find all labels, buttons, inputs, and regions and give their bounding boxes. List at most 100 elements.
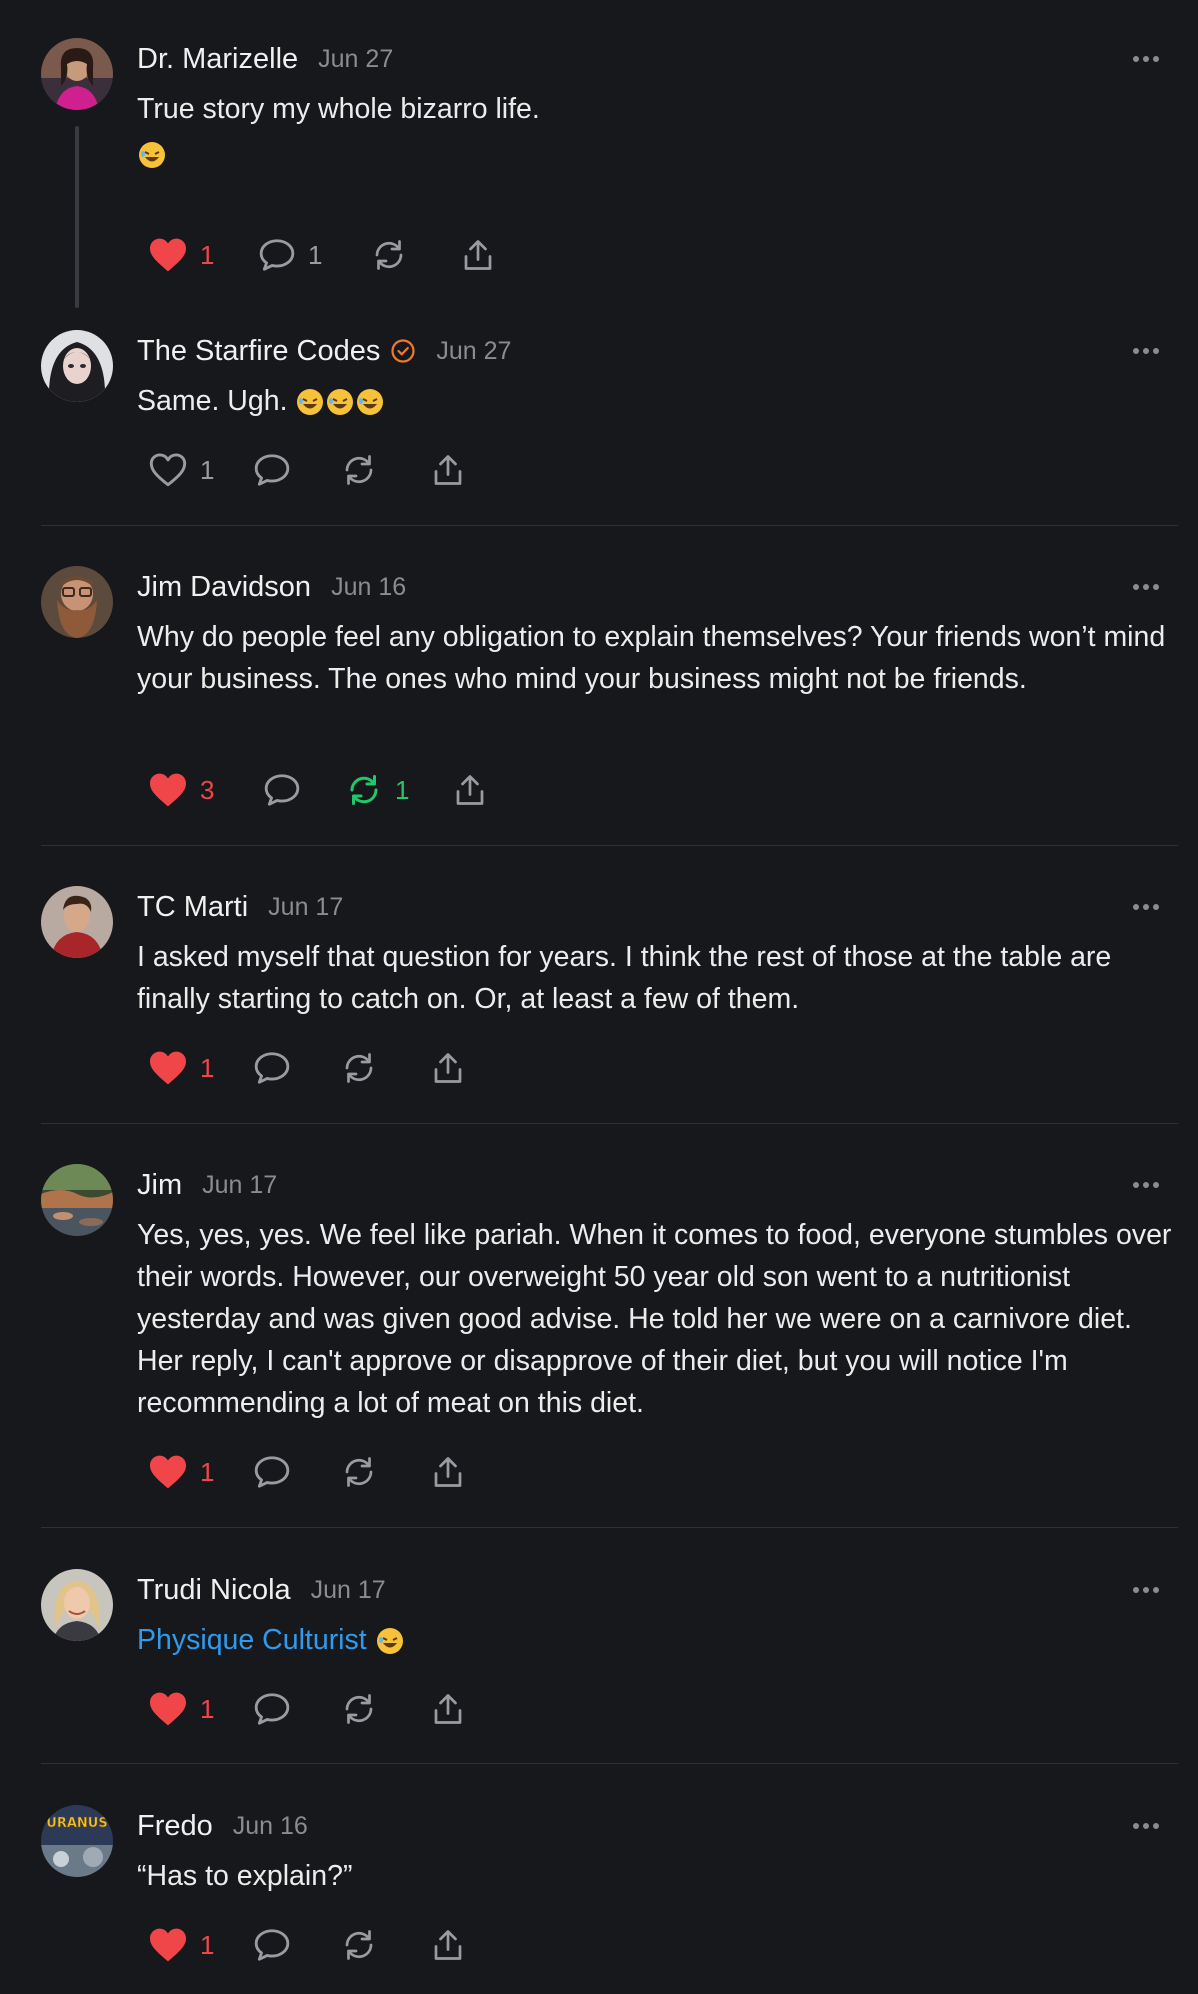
comment-bubble-icon bbox=[254, 1693, 290, 1725]
post-text-row: Same. Ugh. bbox=[137, 380, 1178, 422]
more-options-icon[interactable] bbox=[1124, 1575, 1168, 1605]
post-date: Jun 27 bbox=[318, 44, 394, 73]
post-actions: 3 1 bbox=[148, 768, 488, 812]
avatar[interactable] bbox=[41, 566, 113, 638]
more-options-icon[interactable] bbox=[1124, 572, 1168, 602]
heart-filled-icon bbox=[150, 238, 186, 272]
comment-bubble-icon bbox=[254, 1052, 290, 1084]
post-actions: 1 bbox=[148, 1687, 466, 1731]
avatar[interactable]: URANUS bbox=[41, 1805, 113, 1877]
repost-icon bbox=[345, 1457, 373, 1487]
share-button[interactable] bbox=[430, 452, 466, 488]
post-date: Jun 17 bbox=[310, 1575, 386, 1604]
more-options-icon[interactable] bbox=[1124, 44, 1168, 74]
thread-connector-line bbox=[75, 126, 79, 308]
heart-filled-icon bbox=[150, 773, 186, 807]
reply-button[interactable] bbox=[253, 452, 340, 488]
share-icon bbox=[434, 1930, 462, 1960]
like-button[interactable]: 1 bbox=[148, 1691, 253, 1727]
post-actions: 1 bbox=[148, 1046, 466, 1090]
avatar[interactable] bbox=[41, 1569, 113, 1641]
avatar[interactable] bbox=[41, 886, 113, 958]
post-date: Jun 17 bbox=[202, 1170, 278, 1199]
repost-icon bbox=[345, 1694, 373, 1724]
reply-button[interactable] bbox=[263, 772, 345, 808]
repost-icon bbox=[345, 455, 373, 485]
post-divider bbox=[41, 525, 1178, 526]
share-icon bbox=[434, 455, 462, 485]
repost-button[interactable] bbox=[340, 452, 430, 488]
heart-filled-icon bbox=[150, 1455, 186, 1489]
post-text: I asked myself that question for years. … bbox=[137, 941, 1112, 1015]
mention-link[interactable]: Physique Culturist bbox=[137, 1624, 367, 1656]
reply-button[interactable] bbox=[253, 1691, 340, 1727]
like-button[interactable]: 1 bbox=[148, 452, 253, 488]
rolling-on-floor-laughing-emoji bbox=[376, 1628, 403, 1655]
emoji-group bbox=[295, 385, 385, 417]
more-options-icon[interactable] bbox=[1124, 1170, 1168, 1200]
comment-bubble-icon bbox=[254, 454, 290, 486]
heart-filled-icon bbox=[150, 1692, 186, 1726]
share-button[interactable] bbox=[430, 1927, 466, 1963]
reply-button[interactable] bbox=[253, 1454, 340, 1490]
rolling-on-floor-laughing-emoji bbox=[139, 142, 165, 168]
heart-filled-icon bbox=[150, 1928, 186, 1962]
post-divider bbox=[41, 1123, 1178, 1124]
like-button[interactable]: 1 bbox=[148, 1050, 253, 1086]
author-name[interactable]: TC Marti bbox=[137, 891, 248, 924]
share-button[interactable] bbox=[430, 1691, 466, 1727]
post-actions: 1 bbox=[148, 1923, 466, 1967]
reply-button[interactable]: 1 bbox=[258, 237, 370, 273]
share-button[interactable] bbox=[460, 237, 496, 273]
heart-filled-icon bbox=[150, 1051, 186, 1085]
like-button[interactable]: 1 bbox=[148, 237, 258, 273]
share-icon bbox=[434, 1694, 462, 1724]
post-divider bbox=[41, 1763, 1178, 1764]
repost-button[interactable] bbox=[340, 1927, 430, 1963]
reply-thread-feed: Dr. Marizelle Jun 27 True story my whole… bbox=[0, 0, 1198, 1994]
avatar[interactable] bbox=[41, 1164, 113, 1236]
author-name[interactable]: The Starfire Codes bbox=[137, 335, 380, 368]
like-count: 1 bbox=[200, 1929, 215, 1960]
repost-count: 1 bbox=[395, 774, 410, 805]
like-button[interactable]: 3 bbox=[148, 772, 263, 808]
repost-icon bbox=[345, 1053, 373, 1083]
like-count: 1 bbox=[200, 1052, 215, 1083]
comment-bubble-icon bbox=[264, 774, 300, 806]
more-options-icon[interactable] bbox=[1124, 336, 1168, 366]
author-name[interactable]: Jim bbox=[137, 1169, 182, 1202]
post-text-row: Physique Culturist bbox=[137, 1619, 1178, 1661]
rolling-on-floor-laughing-emoji bbox=[297, 389, 324, 416]
avatar[interactable] bbox=[41, 38, 113, 110]
author-name[interactable]: Dr. Marizelle bbox=[137, 43, 298, 76]
repost-icon bbox=[375, 240, 403, 270]
like-count: 1 bbox=[200, 1456, 215, 1487]
repost-button[interactable]: 1 bbox=[345, 772, 452, 808]
author-name[interactable]: Fredo bbox=[137, 1810, 213, 1843]
share-button[interactable] bbox=[452, 772, 488, 808]
post-text: Why do people feel any obligation to exp… bbox=[137, 621, 1166, 695]
reply-button[interactable] bbox=[253, 1927, 340, 1963]
share-button[interactable] bbox=[430, 1050, 466, 1086]
post-date: Jun 17 bbox=[268, 892, 344, 921]
post-text: Same. Ugh. bbox=[137, 385, 288, 417]
share-button[interactable] bbox=[430, 1454, 466, 1490]
repost-icon bbox=[350, 775, 378, 805]
repost-button[interactable] bbox=[340, 1454, 430, 1490]
rolling-on-floor-laughing-emoji bbox=[357, 389, 384, 416]
author-name[interactable]: Jim Davidson bbox=[137, 571, 311, 604]
like-button[interactable]: 1 bbox=[148, 1927, 253, 1963]
like-button[interactable]: 1 bbox=[148, 1454, 253, 1490]
author-name[interactable]: Trudi Nicola bbox=[137, 1574, 291, 1607]
reply-button[interactable] bbox=[253, 1050, 340, 1086]
avatar[interactable] bbox=[41, 330, 113, 402]
comment-bubble-icon bbox=[254, 1456, 290, 1488]
repost-button[interactable] bbox=[340, 1691, 430, 1727]
post-date: Jun 16 bbox=[331, 572, 407, 601]
repost-button[interactable] bbox=[340, 1050, 430, 1086]
post-actions: 1 1 bbox=[148, 233, 496, 277]
more-options-icon[interactable] bbox=[1124, 892, 1168, 922]
more-options-icon[interactable] bbox=[1124, 1811, 1168, 1841]
post-date: Jun 27 bbox=[436, 336, 512, 365]
repost-button[interactable] bbox=[370, 237, 460, 273]
